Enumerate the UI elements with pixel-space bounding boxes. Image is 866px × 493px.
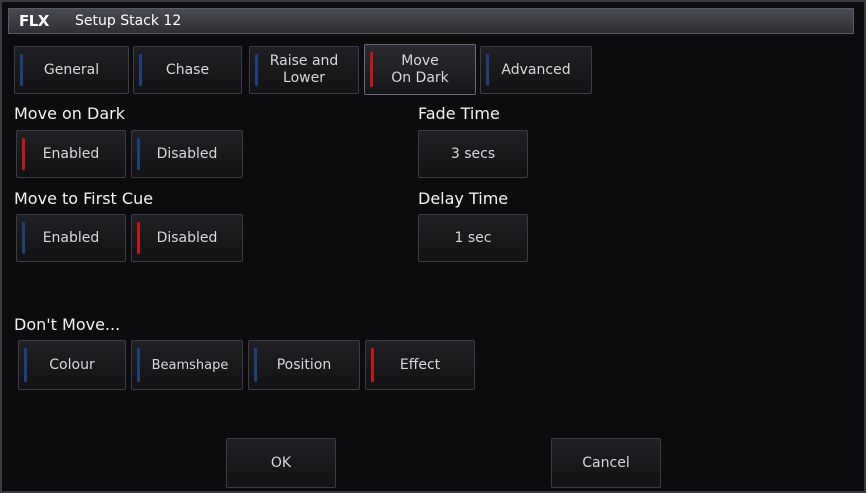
indicator bbox=[24, 348, 27, 382]
delay-time-label: Delay Time bbox=[418, 189, 509, 208]
tab-label: Raise and Lower bbox=[269, 53, 339, 86]
tab-label: Move On Dark bbox=[391, 52, 449, 86]
tab-label: General bbox=[43, 61, 100, 78]
fade-time-label: Fade Time bbox=[418, 104, 500, 123]
move-on-dark-enabled-button[interactable]: Enabled bbox=[16, 130, 126, 178]
tab-indicator bbox=[255, 54, 258, 86]
fade-time-value: 3 secs bbox=[450, 145, 496, 162]
button-label: Colour bbox=[49, 356, 95, 373]
button-label: Disabled bbox=[156, 145, 218, 162]
ok-button[interactable]: OK bbox=[226, 438, 336, 488]
dont-move-position-button[interactable]: Position bbox=[248, 340, 360, 390]
dont-move-effect-button[interactable]: Effect bbox=[365, 340, 475, 390]
tab-chase[interactable]: Chase bbox=[133, 46, 242, 94]
indicator bbox=[137, 138, 140, 170]
cancel-button[interactable]: Cancel bbox=[551, 438, 661, 488]
button-label: Position bbox=[276, 356, 332, 373]
ok-label: OK bbox=[270, 454, 292, 471]
tab-general[interactable]: General bbox=[14, 46, 129, 94]
indicator bbox=[254, 348, 257, 382]
indicator bbox=[137, 222, 140, 254]
dont-move-label: Don't Move... bbox=[14, 315, 121, 334]
indicator bbox=[22, 138, 25, 170]
setup-stack-dialog: FLX Setup Stack 12 General Chase Raise a… bbox=[0, 0, 866, 493]
indicator bbox=[137, 348, 140, 382]
tab-indicator bbox=[486, 54, 489, 86]
window-title: Setup Stack 12 bbox=[75, 13, 182, 29]
move-on-dark-disabled-button[interactable]: Disabled bbox=[131, 130, 243, 178]
delay-time-button[interactable]: 1 sec bbox=[418, 214, 528, 262]
tab-advanced[interactable]: Advanced bbox=[480, 46, 592, 94]
indicator bbox=[371, 348, 374, 382]
cancel-label: Cancel bbox=[582, 454, 630, 471]
move-to-first-cue-disabled-button[interactable]: Disabled bbox=[131, 214, 243, 262]
indicator bbox=[22, 222, 25, 254]
dont-move-beamshape-button[interactable]: Beamshape bbox=[131, 340, 243, 390]
title-bar: FLX Setup Stack 12 bbox=[8, 8, 854, 34]
flx-logo: FLX bbox=[19, 12, 49, 30]
tab-raise-and-lower[interactable]: Raise and Lower bbox=[249, 46, 359, 94]
move-to-first-cue-label: Move to First Cue bbox=[14, 189, 154, 208]
delay-time-value: 1 sec bbox=[454, 229, 492, 246]
tab-indicator bbox=[370, 52, 373, 87]
button-label: Disabled bbox=[156, 229, 218, 246]
dont-move-colour-button[interactable]: Colour bbox=[18, 340, 126, 390]
tab-label: Advanced bbox=[501, 61, 571, 78]
button-label: Enabled bbox=[42, 229, 100, 246]
button-label: Enabled bbox=[42, 145, 100, 162]
button-label: Beamshape bbox=[151, 357, 229, 373]
tab-indicator bbox=[20, 54, 23, 86]
button-label: Effect bbox=[399, 356, 441, 373]
move-to-first-cue-enabled-button[interactable]: Enabled bbox=[16, 214, 126, 262]
move-on-dark-label: Move on Dark bbox=[14, 104, 125, 123]
tab-indicator bbox=[139, 54, 142, 86]
fade-time-button[interactable]: 3 secs bbox=[418, 130, 528, 178]
tab-label: Chase bbox=[165, 61, 210, 78]
tab-move-on-dark[interactable]: Move On Dark bbox=[364, 44, 476, 95]
